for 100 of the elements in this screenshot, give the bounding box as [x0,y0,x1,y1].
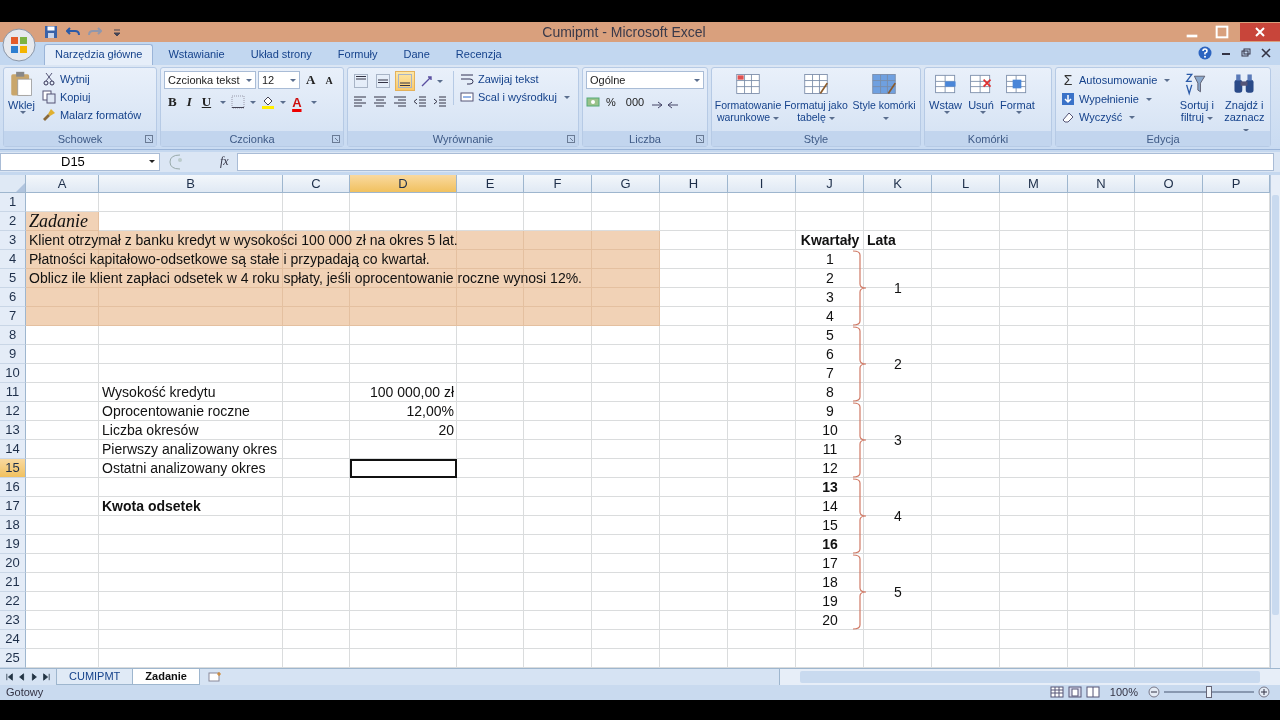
zoom-out-icon[interactable] [1148,686,1160,699]
dialog-launcher-icon[interactable] [145,134,153,143]
help-icon[interactable] [1198,46,1212,61]
style-button[interactable]: Formatowanie warunkowe [715,71,781,124]
sheet-tab[interactable]: CUMIPMT [56,668,134,685]
ribbon-tab[interactable]: Recenzja [444,44,513,66]
close-icon[interactable] [1260,47,1272,60]
font-color-button[interactable]: A [288,93,306,112]
column-header[interactable]: M [1000,174,1068,193]
align-lines-icon [354,74,368,89]
autosum-button[interactable]: Σ Autosumowanie [1059,71,1173,90]
ribbon-tab[interactable]: Wstawianie [157,44,236,66]
sheet-nav-icon[interactable] [42,672,50,681]
increase-indent-icon[interactable] [433,95,447,110]
name-box[interactable]: D15 [0,152,160,171]
zoom-in-icon[interactable] [1258,686,1270,699]
align-center-icon[interactable] [373,95,387,110]
restore-icon[interactable] [1240,47,1252,60]
cell-text: Pierwszy analizowany okres [102,441,278,458]
cells-button[interactable]: Wstaw [928,71,963,115]
grow-font-button[interactable]: A [302,71,320,90]
scrollbar[interactable] [1270,174,1280,668]
cells-button[interactable]: Usuń [967,71,995,115]
italic-button[interactable]: I [182,93,196,112]
cell-text: 7 [826,365,834,382]
insert-function-button[interactable]: fx [206,154,237,170]
zoom-slider-thumb[interactable] [1206,686,1212,699]
column-header[interactable]: P [1203,174,1270,193]
sort-filter-button[interactable]: Sortuj i filtruj [1174,71,1220,124]
column-header[interactable]: G [592,174,660,193]
format-painter-button[interactable]: Malarz formatów [39,107,144,124]
dialog-launcher-icon[interactable] [696,134,704,143]
cell-text: Płatności kapitałowo-odsetkowe są stałe i przypadają co kwartał. [29,251,430,268]
column-header[interactable]: L [932,174,1000,193]
number-format-field[interactable]: Ogólne [586,71,704,90]
ribbon-tab[interactable]: Układ strony [239,44,323,66]
formula-input[interactable] [236,152,1274,171]
align-lines-icon [376,74,390,89]
merge-center-button[interactable]: Scal i wyśrodkuj [458,89,572,106]
column-header[interactable]: J [796,174,864,193]
column-header[interactable]: D [350,174,457,193]
underline-button[interactable]: U [197,93,216,112]
fill-button[interactable]: Wypełnienie [1059,91,1173,108]
caret-icon [437,79,443,83]
insert-sheet-icon[interactable] [206,670,223,683]
active-cell[interactable] [350,458,457,478]
align-left-icon[interactable] [353,95,367,110]
dialog-launcher-icon[interactable] [567,134,575,143]
fill-color-icon[interactable] [261,95,276,110]
column-header[interactable]: B [99,174,283,193]
ribbon-tab[interactable]: Formuły [326,44,389,66]
thousands-button[interactable]: 000 [621,93,649,112]
cell-text: Oprocentowanie roczne [102,403,250,420]
cell-text: 1 [826,251,834,268]
column-header[interactable]: A [26,174,99,193]
cell-text: Liczba okresów [102,422,199,439]
ribbon-tab[interactable]: Narzędzia główne [44,44,154,66]
vertical-align-button[interactable] [395,71,415,92]
style-button[interactable]: Formatuj jako tabelę [783,71,849,124]
page-break-icon[interactable] [1085,686,1100,699]
ribbon-tab[interactable]: Dane [392,44,441,66]
wrap-text-button[interactable]: Zawijaj tekst [458,71,572,88]
style-button[interactable]: Style komórki [851,71,917,124]
cut-button[interactable]: Wytnij [39,71,144,88]
dialog-launcher-icon[interactable] [332,134,340,143]
normal-view-icon[interactable] [1049,686,1064,699]
align-right-icon[interactable] [393,95,407,110]
caret-icon [1207,116,1214,120]
font-name-field[interactable]: Czcionka tekst [164,71,256,90]
currency-icon[interactable] [586,95,600,110]
group-label: Liczba [629,132,661,145]
column-header[interactable]: F [524,174,592,193]
save-icon[interactable] [44,25,58,39]
sheet-nav-icon[interactable] [6,672,14,681]
copy-button[interactable]: Kopiuj [39,89,144,106]
group-label: Komórki [967,132,1009,145]
scrollbar[interactable] [779,668,1280,685]
page-layout-icon[interactable] [1067,686,1082,699]
font-size-field[interactable]: 12 [258,71,300,90]
column-header[interactable]: E [457,174,524,193]
column-header[interactable]: O [1135,174,1203,193]
bold-button[interactable]: B [164,93,181,112]
column-header[interactable]: C [283,174,350,193]
column-header[interactable]: H [660,174,728,193]
caret-icon [280,100,287,104]
border-icon[interactable] [231,95,246,110]
close-icon[interactable] [1240,23,1280,41]
sheet-tab[interactable]: Zadanie [132,668,200,685]
caret-icon [882,116,889,120]
paste-button[interactable]: Wklej [7,71,36,115]
column-header[interactable]: K [864,174,932,193]
zoom-level[interactable]: 100% [1109,686,1138,699]
cells-button[interactable]: Format [999,71,1036,115]
group-label: Style [803,132,829,145]
shrink-font-button[interactable]: A [321,71,337,90]
column-header[interactable]: I [728,174,796,193]
clear-button[interactable]: Wyczyść [1059,109,1173,126]
percent-button[interactable]: % [602,93,620,112]
column-header[interactable]: N [1068,174,1135,193]
decrease-indent-icon[interactable] [413,95,427,110]
